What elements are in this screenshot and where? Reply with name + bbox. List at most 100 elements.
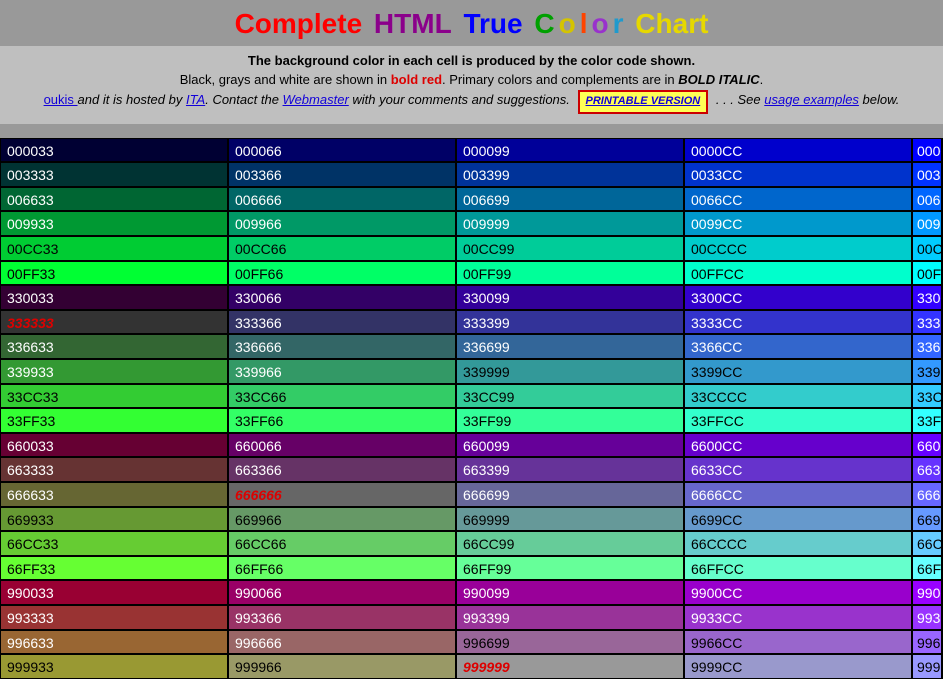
page-title: Complete HTML True Color Chart: [0, 8, 943, 40]
table-row: 9900339900669900999900CC9900FF: [0, 580, 943, 605]
color-cell: 9999CC: [684, 654, 912, 679]
color-cell: 33FFFF: [912, 408, 942, 433]
color-cell: 0099FF: [912, 211, 942, 236]
color-cell: 666699: [456, 482, 684, 507]
color-cell: 660033: [0, 433, 228, 458]
color-cell: 3399CC: [684, 359, 912, 384]
color-cell: 3300CC: [684, 285, 912, 310]
table-row: 66CC3366CC6666CC9966CCCC66CCFF: [0, 531, 943, 556]
color-cell: 6666FF: [912, 482, 942, 507]
color-cell: 33CC33: [0, 384, 228, 409]
color-cell: 993333: [0, 605, 228, 630]
color-cell: 0066FF: [912, 187, 942, 212]
color-cell: 66FFFF: [912, 556, 942, 581]
color-cell: 0033FF: [912, 162, 942, 187]
intro-line1: The background color in each cell is pro…: [248, 53, 695, 68]
table-row: 0000330000660000990000CC0000FF: [0, 138, 943, 163]
color-cell: 330033: [0, 285, 228, 310]
color-cell: 9966FF: [912, 630, 942, 655]
color-cell: 00CC66: [228, 236, 456, 261]
color-cell: 00CCCC: [684, 236, 912, 261]
table-row: 6600336600666600996600CC6600FF: [0, 433, 943, 458]
color-cell: 990033: [0, 580, 228, 605]
table-row: 0099330099660099990099CC0099FF: [0, 211, 943, 236]
color-cell: 663366: [228, 457, 456, 482]
color-cell: 999933: [0, 654, 228, 679]
table-row: 0066330066660066990066CC0066FF: [0, 187, 943, 212]
table-row: 00CC3300CC6600CC9900CCCC00CCFF: [0, 236, 943, 261]
color-cell: 9900FF: [912, 580, 942, 605]
color-cell: 006666: [228, 187, 456, 212]
color-cell: 00FF33: [0, 261, 228, 286]
color-cell: 3300FF: [912, 285, 942, 310]
table-row: 3366333366663366993366CC3366FF: [0, 334, 943, 359]
color-cell: 996699: [456, 630, 684, 655]
color-cell: 6633FF: [912, 457, 942, 482]
color-cell: 66CC66: [228, 531, 456, 556]
color-cell: 339999: [456, 359, 684, 384]
color-cell: 33FF99: [456, 408, 684, 433]
table-row: 66FF3366FF6666FF9966FFCC66FFFF: [0, 556, 943, 581]
color-cell: 3399FF: [912, 359, 942, 384]
color-cell: 660099: [456, 433, 684, 458]
color-cell: 336699: [456, 334, 684, 359]
color-cell: 0066CC: [684, 187, 912, 212]
color-cell: 336666: [228, 334, 456, 359]
color-cell: 3366CC: [684, 334, 912, 359]
table-row: 33CC3333CC6633CC9933CCCC33CCFF: [0, 384, 943, 409]
link-ita[interactable]: ITA: [186, 92, 205, 107]
color-chart: 0000330000660000990000CC0000FF003333 0033…: [0, 138, 943, 679]
color-cell: 3333CC: [684, 310, 912, 335]
color-cell: 66FF33: [0, 556, 228, 581]
color-cell: 9933CC: [684, 605, 912, 630]
color-cell: 990066: [228, 580, 456, 605]
color-cell: 336633: [0, 334, 228, 359]
table-row: 3300333300663300993300CC3300FF: [0, 285, 943, 310]
color-cell: 00CCFF: [912, 236, 942, 261]
table-row: 6699336699666699996699CC6699FF: [0, 507, 943, 532]
color-cell: 003333: [0, 162, 228, 187]
table-row: 6666336666666666996666CC6666FF: [0, 482, 943, 507]
color-cell: 996633: [0, 630, 228, 655]
link-webmaster[interactable]: Webmaster: [283, 92, 349, 107]
color-cell: 993366: [228, 605, 456, 630]
link-oukis[interactable]: oukis: [44, 92, 78, 107]
color-cell: 333399: [456, 310, 684, 335]
color-cell: 999966: [228, 654, 456, 679]
color-cell: 3366FF: [912, 334, 942, 359]
color-cell: 330099: [456, 285, 684, 310]
color-cell: 663399: [456, 457, 684, 482]
color-cell: 006633: [0, 187, 228, 212]
color-cell: 9999FF: [912, 654, 942, 679]
color-cell: 33CC99: [456, 384, 684, 409]
bold-italic: BOLD ITALIC: [678, 72, 759, 87]
color-cell: 663333: [0, 457, 228, 482]
table-row: 9933339933669933999933CC9933FF: [0, 605, 943, 630]
color-cell: 0000CC: [684, 138, 912, 163]
table-row: 6633336633666633996633CC6633FF: [0, 457, 943, 482]
color-cell: 00FF99: [456, 261, 684, 286]
color-cell: 3333FF: [912, 310, 942, 335]
color-cell: 339966: [228, 359, 456, 384]
color-cell: 000099: [456, 138, 684, 163]
printable-version-button[interactable]: PRINTABLE VERSION: [578, 90, 709, 114]
color-cell: 669933: [0, 507, 228, 532]
color-cell: 66FF66: [228, 556, 456, 581]
color-cell: 00FFCC: [684, 261, 912, 286]
link-usage[interactable]: usage examples: [764, 92, 859, 107]
color-cell: 003399: [456, 162, 684, 187]
color-cell: 6666CC: [684, 482, 912, 507]
color-cell: 66CCCC: [684, 531, 912, 556]
color-cell: 00FFFF: [912, 261, 942, 286]
color-cell: 66CC99: [456, 531, 684, 556]
color-cell: 33CCCC: [684, 384, 912, 409]
color-cell: 996666: [228, 630, 456, 655]
color-cell: 33CC66: [228, 384, 456, 409]
color-cell: 993399: [456, 605, 684, 630]
color-cell: 000066: [228, 138, 456, 163]
color-cell: 669999: [456, 507, 684, 532]
color-cell: 9933FF: [912, 605, 942, 630]
table-row: 33FF3333FF6633FF9933FFCC33FFFF: [0, 408, 943, 433]
table-row: 9999339999669999999999CC9999FF: [0, 654, 943, 679]
color-cell: 66FF99: [456, 556, 684, 581]
